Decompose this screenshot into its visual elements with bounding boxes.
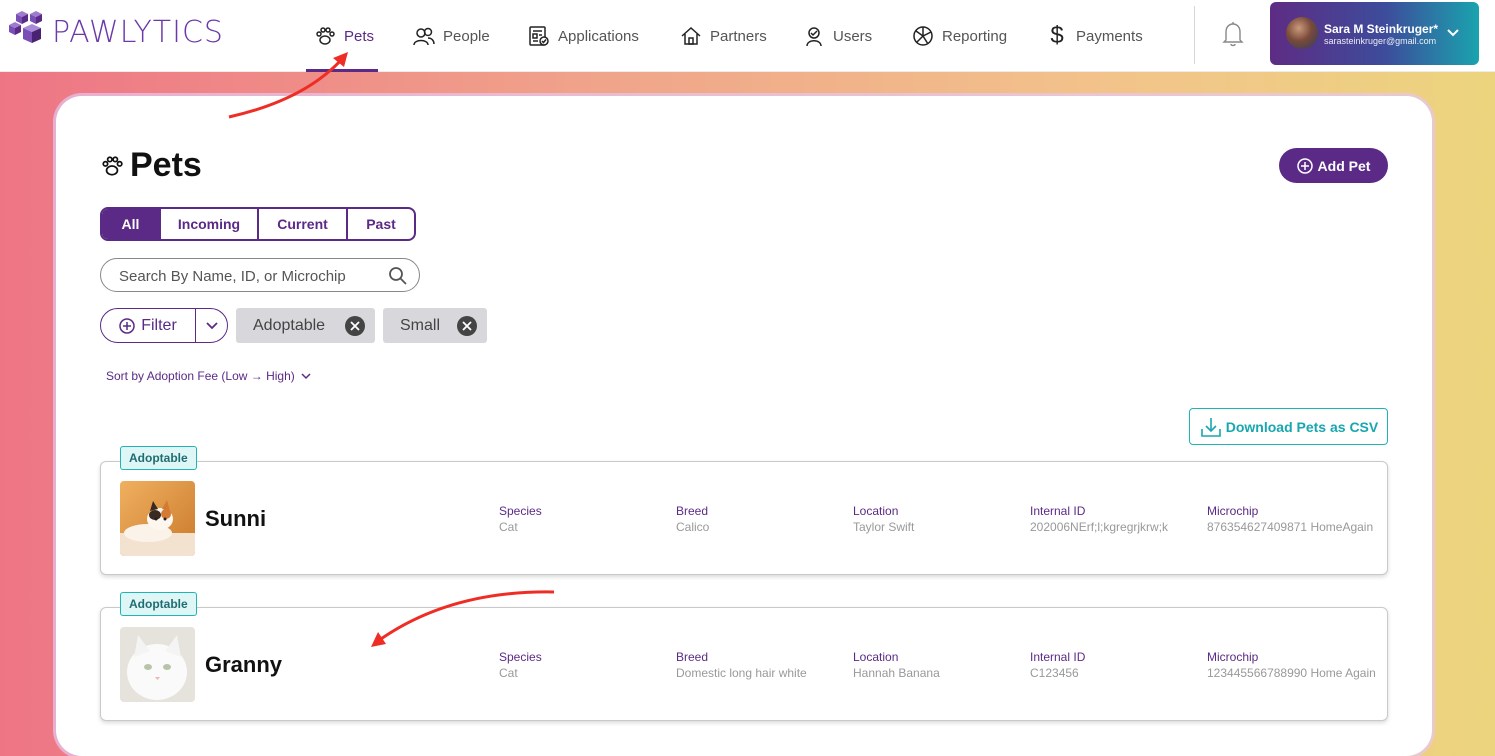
annotation-arrows xyxy=(228,52,555,647)
annotation-arrow xyxy=(228,56,345,119)
annotation-arrow xyxy=(377,590,555,643)
arrowhead xyxy=(371,632,386,647)
